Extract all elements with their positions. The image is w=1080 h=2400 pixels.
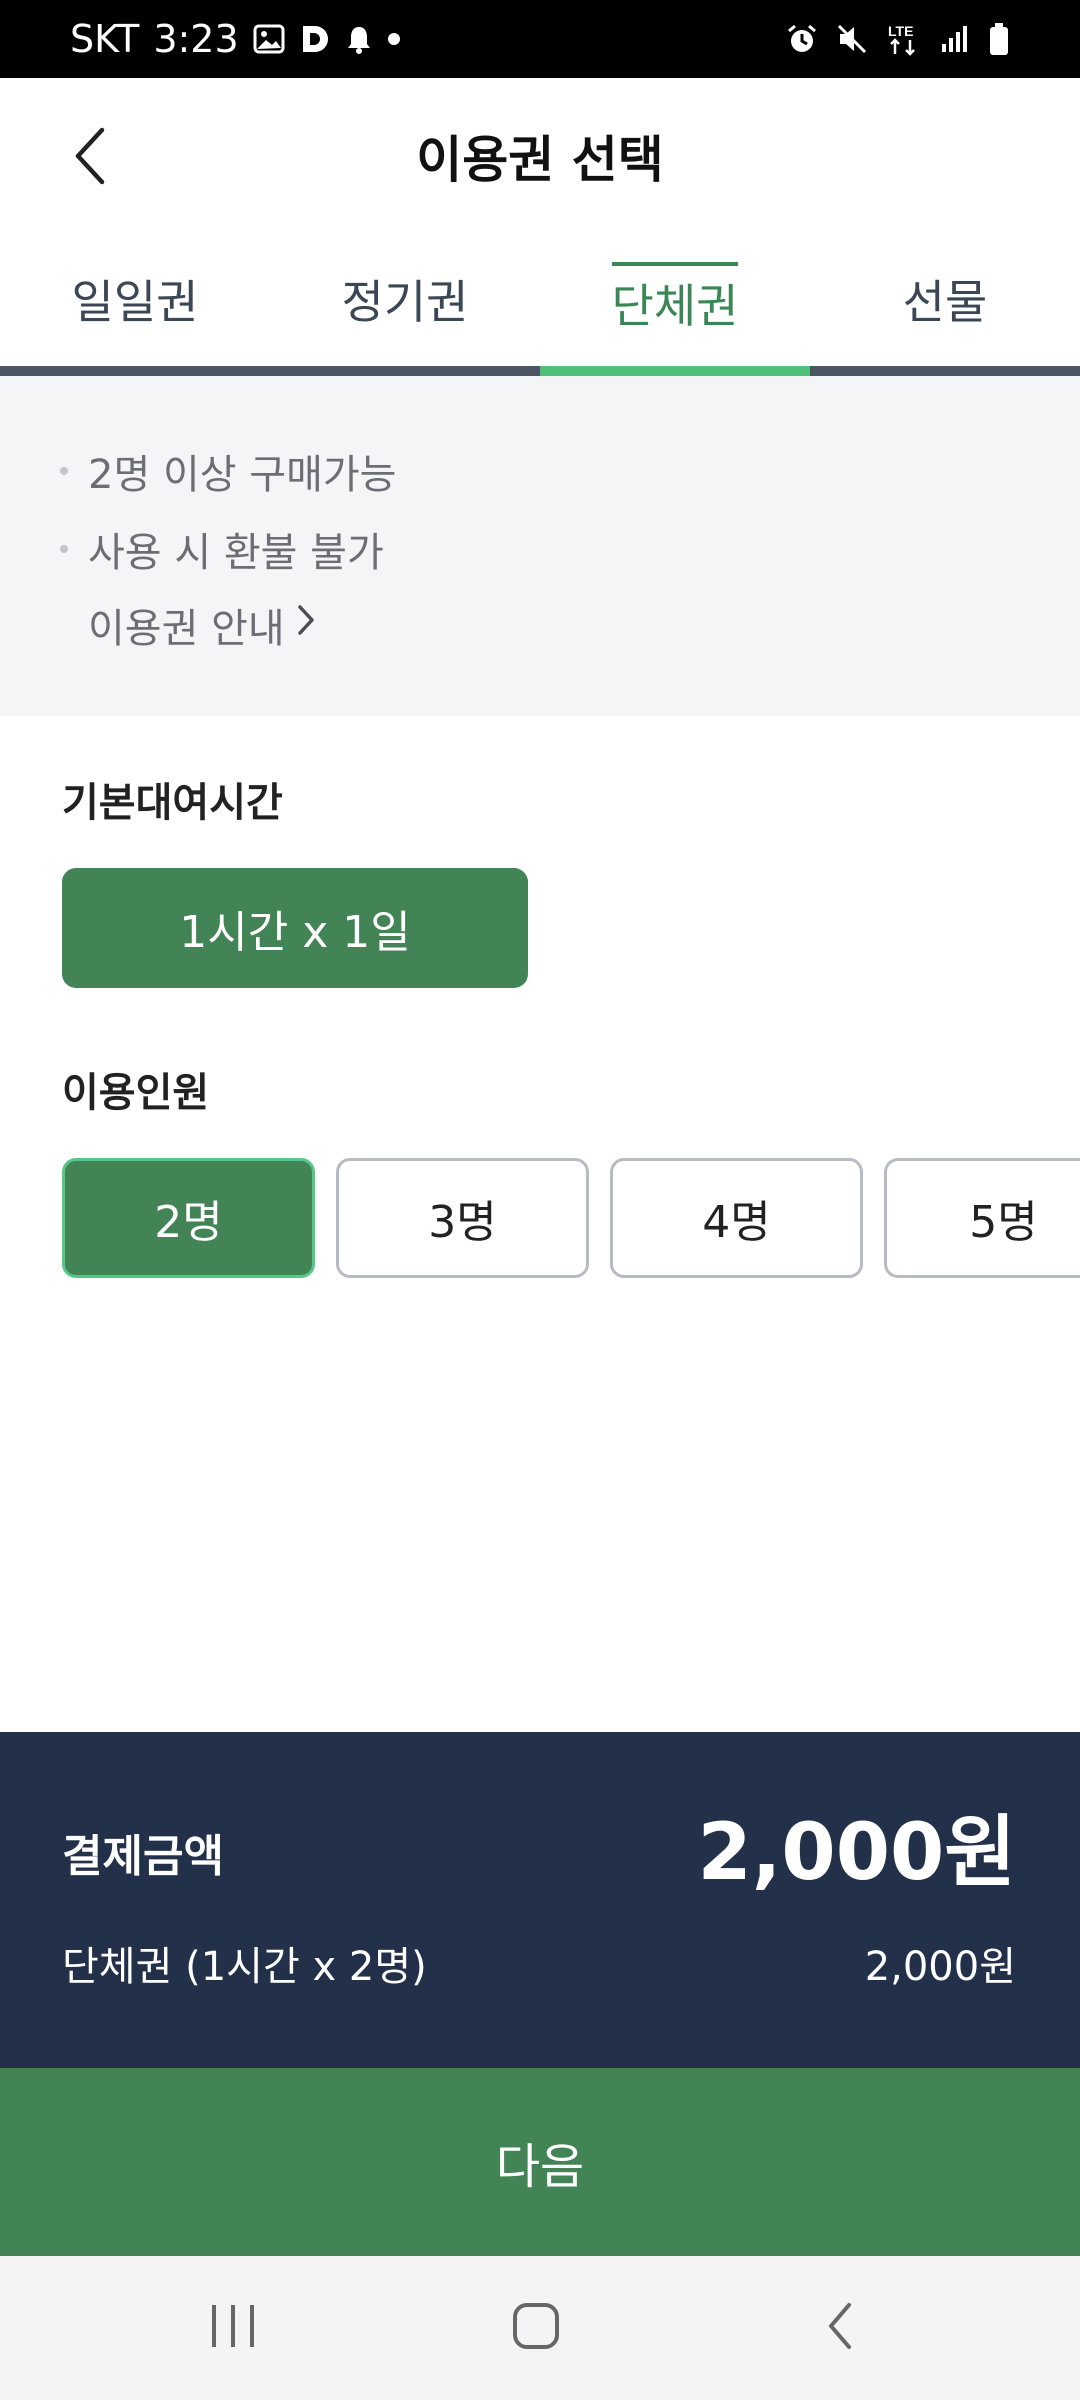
battery-icon [988,22,1010,56]
recent-apps-icon [208,2303,258,2353]
tab-underline [270,366,540,376]
info-note-text: 2명 이상 구매가능 [88,452,397,498]
people-option-label: 4명 [702,1197,771,1248]
tab-label: 일일권 [71,275,199,329]
ticket-guide-label: 이용권 안내 [88,606,285,652]
next-button[interactable]: 다음 [0,2068,1080,2256]
tab-label: 정기권 [341,275,469,329]
tab-gift[interactable]: 선물 [810,234,1080,376]
people-option-2[interactable]: 2명 [62,1158,315,1278]
mute-icon [836,23,868,55]
rental-time-title: 기본대여시간 [62,780,283,826]
tab-underline [0,366,270,376]
recent-apps-button[interactable] [193,2296,273,2360]
payment-description: 단체권 (1시간 x 2명) [62,1944,427,1990]
info-note: 2명 이상 구매가능 [60,442,396,500]
info-note: 사용 시 환불 불가 [60,520,384,578]
info-note-text: 사용 시 환불 불가 [88,530,384,576]
bell-icon [345,24,373,54]
rental-time-option-label: 1시간 x 1일 [179,907,411,958]
clock: 3:23 [153,17,239,61]
chevron-left-icon [70,126,110,190]
app-header: 이용권 선택 [0,78,1080,234]
people-count-title: 이용인원 [62,1070,210,1116]
tab-active-indicator [540,366,810,376]
status-bar-right: LTE [786,0,1010,78]
people-option-label: 5명 [969,1197,1038,1248]
tab-label: 단체권 [611,262,739,336]
payment-summary: 결제금액 2,000원 단체권 (1시간 x 2명) 2,000원 [0,1732,1080,2068]
tab-label: 선물 [902,275,988,329]
d-app-icon [299,24,331,54]
image-icon [253,24,285,54]
signal-icon [940,24,970,54]
ticket-type-tabs: 일일권 정기권 단체권 선물 [0,234,1080,376]
status-bar-left: SKT 3:23 [70,0,401,78]
bullet-icon [60,467,68,475]
carrier-name: SKT [70,17,140,61]
home-icon [511,2301,561,2355]
tab-daily[interactable]: 일일권 [0,234,270,376]
bullet-icon [60,545,68,553]
back-button[interactable] [50,118,130,198]
system-back-button[interactable] [800,2296,880,2360]
people-option-3[interactable]: 3명 [336,1158,589,1278]
people-option-4[interactable]: 4명 [610,1158,863,1278]
next-button-label: 다음 [495,2139,585,2195]
people-option-label: 2명 [154,1197,223,1248]
tab-regular[interactable]: 정기권 [270,234,540,376]
people-option-label: 3명 [428,1197,497,1248]
people-option-5[interactable]: 5명 [884,1158,1080,1278]
dot-icon [387,32,401,46]
payment-label: 결제금액 [62,1831,224,1882]
payment-subtotal: 2,000원 [864,1944,1016,1990]
chevron-right-icon [295,602,317,648]
system-nav-bar [0,2256,1080,2400]
lte-icon: LTE [886,22,922,56]
alarm-icon [786,23,818,55]
tab-underline [810,366,1080,376]
back-icon [823,2301,857,2355]
home-button[interactable] [496,2296,576,2360]
ticket-info-box: 2명 이상 구매가능 사용 시 환불 불가 이용권 안내 [0,376,1080,716]
page-title: 이용권 선택 [416,131,664,189]
payment-total: 2,000원 [697,1808,1016,1898]
rental-time-option[interactable]: 1시간 x 1일 [62,868,528,988]
tab-group[interactable]: 단체권 [540,234,810,376]
svg-text:LTE: LTE [888,23,913,39]
status-bar: SKT 3:23 LTE [0,0,1080,78]
ticket-guide-link[interactable]: 이용권 안내 [88,596,317,654]
